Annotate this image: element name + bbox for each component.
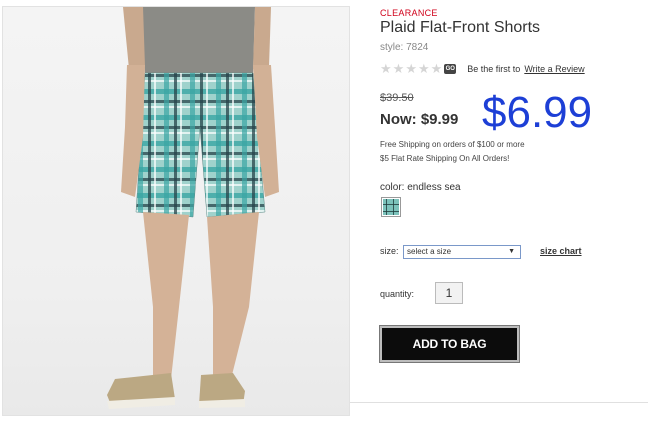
product-title: Plaid Flat-Front Shorts [380,19,541,36]
sale-price: Now: $9.99 [380,111,459,128]
rating-row: ★ ★ ★ ★ ★ GO Be the first to Write a Rev… [380,61,585,76]
color-swatch[interactable] [381,197,401,217]
star-icon: ★ [380,61,392,76]
review-badge-icon: GO [444,64,457,74]
star-icon: ★ [392,61,405,76]
style-number: style: 7824 [380,42,429,53]
color-label: color: endless sea [380,182,461,193]
quantity-input[interactable]: 1 [435,282,463,304]
model-illustration [107,7,279,409]
size-chart-link[interactable]: size chart [540,246,582,256]
star-icon: ★ [430,61,443,76]
add-to-bag-button[interactable]: ADD TO BAG [379,325,520,363]
size-select-value: select a size [407,247,452,256]
chevron-down-icon: ▼ [508,248,515,255]
size-label: size: [380,246,399,256]
size-select[interactable]: select a size ▼ [403,245,521,259]
write-review-link[interactable]: Write a Review [524,64,584,74]
overlay-price: $6.99 [482,88,593,137]
product-info: CLEARANCE Plaid Flat-Front Shorts style:… [379,0,648,422]
first-review-text: Be the first to [467,64,521,74]
shipping-note-free: Free Shipping on orders of $100 or more [380,140,525,149]
star-icon: ★ [417,61,430,76]
rating-stars: ★ ★ ★ ★ ★ [380,61,443,76]
clearance-tag: CLEARANCE [380,8,438,18]
swatch-fill [383,199,399,215]
product-image [2,6,350,416]
original-price: $39.50 [380,92,414,104]
quantity-label: quantity: [380,289,415,299]
shipping-note-flat: $5 Flat Rate Shipping On All Orders! [380,154,510,163]
divider [350,402,648,403]
star-icon: ★ [405,61,417,76]
